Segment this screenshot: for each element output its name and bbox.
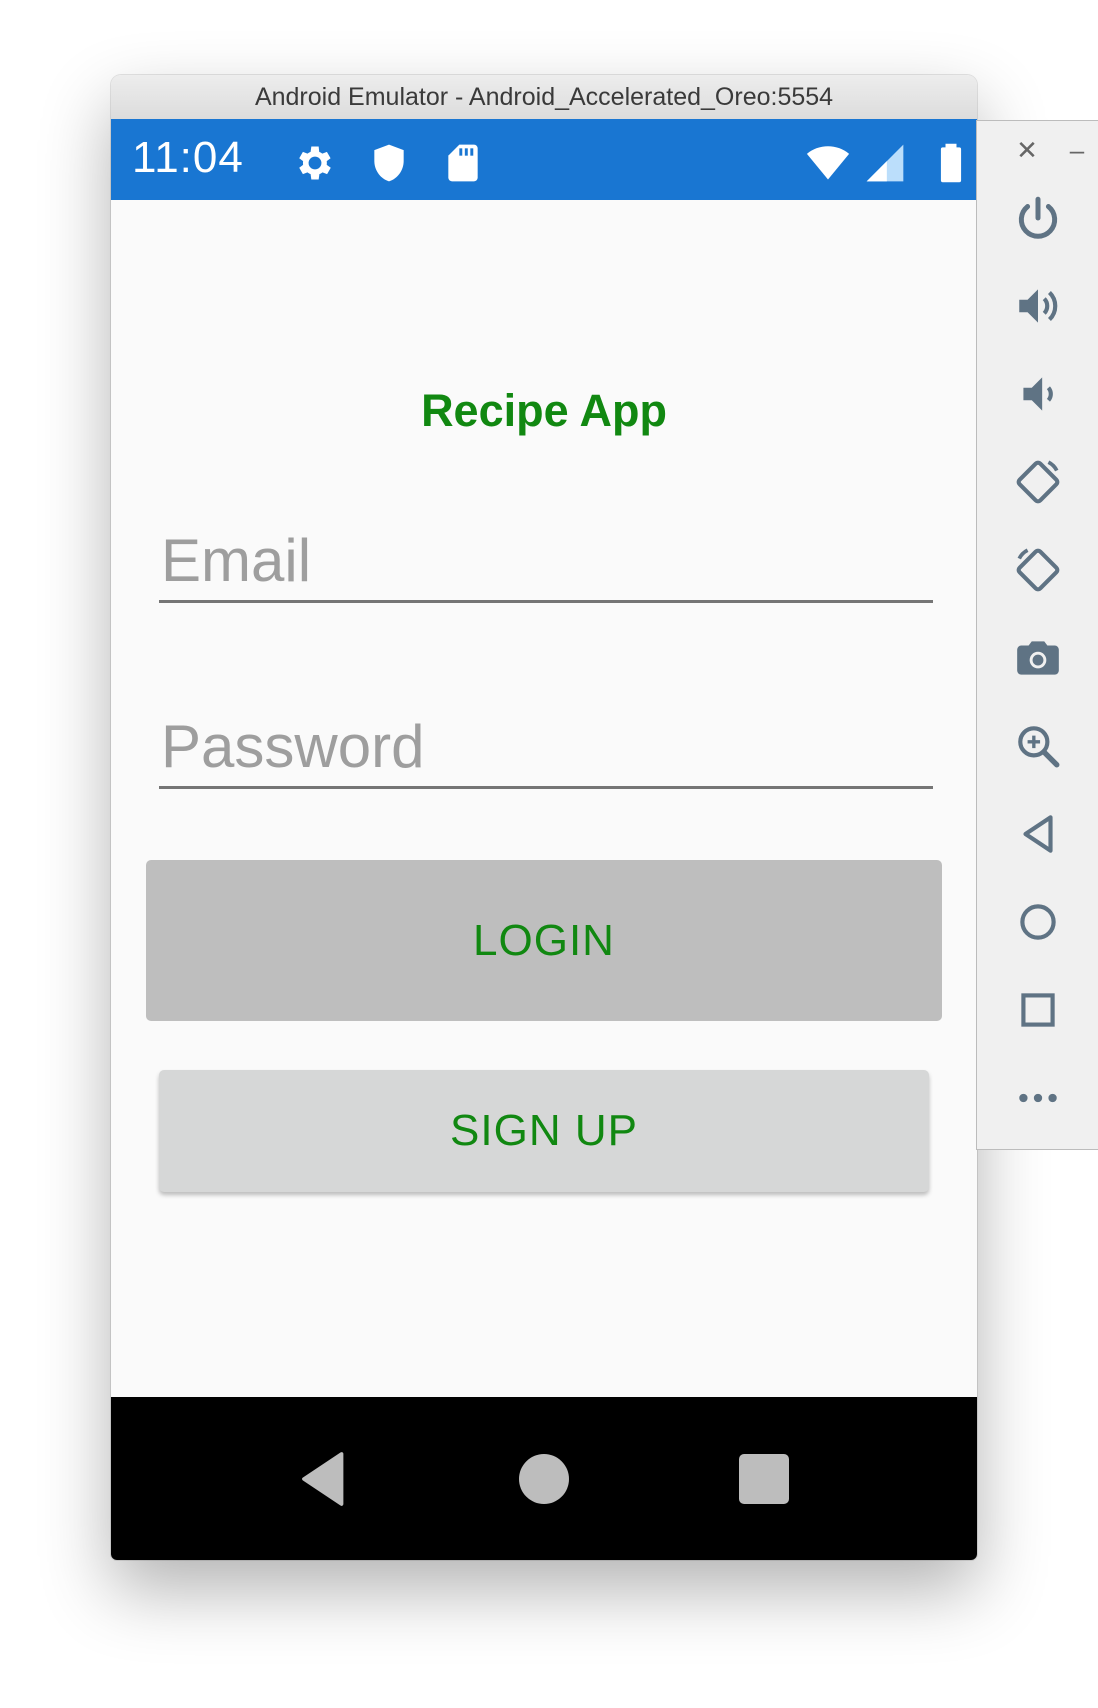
signup-button[interactable]: SIGN UP (159, 1070, 929, 1192)
wifi-icon (801, 141, 855, 185)
home-icon[interactable] (1013, 897, 1063, 947)
emulator-side-panel: ✕ – (976, 120, 1098, 1150)
overview-icon[interactable] (1013, 985, 1063, 1035)
power-icon[interactable] (1013, 193, 1063, 243)
rotate-right-icon[interactable] (1013, 545, 1063, 595)
window-title: Android Emulator - Android_Accelerated_O… (254, 82, 834, 111)
back-icon[interactable] (294, 1449, 354, 1509)
login-button[interactable]: LOGIN (146, 860, 942, 1021)
zoom-icon[interactable] (1013, 721, 1063, 771)
window-title-bar[interactable]: Android Emulator - Android_Accelerated_O… (111, 75, 977, 120)
settings-icon (293, 141, 337, 185)
battery-icon (929, 141, 973, 185)
shield-icon (367, 141, 411, 185)
navigation-bar (111, 1397, 977, 1560)
home-icon[interactable] (514, 1449, 574, 1509)
status-clock: 11:04 (132, 133, 244, 182)
sd-card-icon (441, 141, 485, 185)
camera-icon[interactable] (1013, 633, 1063, 683)
back-icon[interactable] (1013, 809, 1063, 859)
rotate-left-icon[interactable] (1013, 457, 1063, 507)
email-field[interactable] (159, 520, 933, 603)
volume-up-icon[interactable] (1013, 281, 1063, 331)
volume-down-icon[interactable] (1013, 369, 1063, 419)
minimize-icon[interactable]: – (1062, 135, 1092, 165)
status-bar: 11:04 (111, 119, 977, 200)
password-field[interactable] (159, 706, 933, 789)
recents-icon[interactable] (734, 1449, 794, 1509)
more-icon[interactable] (1013, 1073, 1063, 1123)
signup-button-label: SIGN UP (450, 1106, 638, 1155)
cell-signal-icon (863, 141, 907, 185)
close-icon[interactable]: ✕ (1012, 135, 1042, 165)
emulator-window: Android Emulator - Android_Accelerated_O… (111, 75, 977, 1560)
app-screen: Recipe App LOGIN SIGN UP (111, 200, 977, 1397)
login-button-label: LOGIN (473, 915, 615, 965)
app-title: Recipe App (421, 385, 667, 436)
